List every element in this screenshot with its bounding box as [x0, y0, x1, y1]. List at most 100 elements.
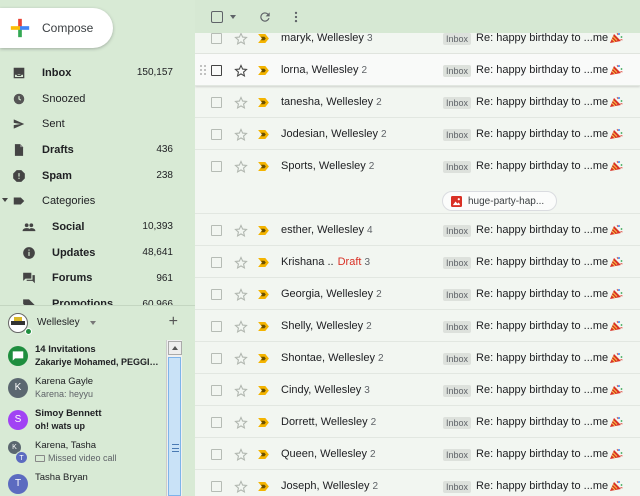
important-marker-icon[interactable]: [258, 161, 269, 171]
sidebar-item-updates[interactable]: Updates 48,641: [0, 240, 195, 266]
star-icon[interactable]: [234, 127, 248, 142]
inbox-label-chip[interactable]: Inbox: [443, 320, 472, 333]
table-row[interactable]: Jodesian, Wellesley 2 Inbox Re: happy birth…: [195, 118, 640, 150]
important-marker-icon[interactable]: [258, 385, 269, 395]
add-chat-icon[interactable]: +: [169, 314, 178, 330]
table-row[interactable]: Krishana .. Draft 3 Inbox Re: happy birthday…: [195, 246, 640, 278]
star-icon[interactable]: [234, 447, 248, 462]
sidebar-item-spam[interactable]: Spam 238: [0, 163, 195, 189]
important-marker-icon[interactable]: [258, 65, 269, 75]
chevron-down-icon[interactable]: [89, 320, 96, 325]
important-marker-icon[interactable]: [258, 417, 269, 427]
star-icon[interactable]: [234, 351, 248, 366]
attachment-chip[interactable]: huge-party-hap...: [442, 191, 558, 211]
table-row[interactable]: maryk, Wellesley 3 Inbox Re: happy birthday…: [195, 33, 640, 54]
star-icon[interactable]: [234, 223, 248, 238]
caret-down-icon[interactable]: [2, 198, 8, 203]
compose-button[interactable]: Compose: [0, 8, 113, 48]
important-marker-icon[interactable]: [258, 321, 269, 331]
table-row[interactable]: Joseph, Wellesley 2 Inbox Re: happy birthda…: [195, 470, 640, 496]
chat-account-header[interactable]: Wellesley +: [0, 305, 195, 339]
table-row[interactable]: Dorrett, Wellesley 2 Inbox Re: happy birthd…: [195, 406, 640, 438]
important-marker-icon[interactable]: [258, 481, 269, 491]
row-checkbox[interactable]: [211, 160, 222, 172]
row-checkbox[interactable]: [211, 64, 222, 76]
table-row[interactable]: Shontae, Wellesley 2 Inbox Re: happy birthd…: [195, 342, 640, 374]
row-checkbox[interactable]: [211, 96, 222, 108]
sidebar-item-sent[interactable]: Sent: [0, 111, 195, 137]
chat-item[interactable]: K T Karena, Tasha Missed video call: [0, 436, 166, 468]
sidebar-item-promotions[interactable]: Promotions 60,966: [0, 291, 195, 305]
star-icon[interactable]: [234, 287, 248, 302]
drag-handle-icon[interactable]: [200, 65, 206, 75]
scrollbar-thumb[interactable]: [168, 357, 181, 496]
inbox-label-chip[interactable]: Inbox: [443, 96, 472, 109]
table-row[interactable]: lorna, Wellesley 2 Inbox Re: happy birthday…: [195, 54, 640, 86]
inbox-label-chip[interactable]: Inbox: [443, 448, 472, 461]
inbox-label-chip[interactable]: Inbox: [443, 224, 472, 237]
star-icon[interactable]: [234, 95, 248, 110]
inbox-label-chip[interactable]: Inbox: [443, 160, 472, 173]
star-icon[interactable]: [234, 255, 248, 270]
row-checkbox[interactable]: [211, 224, 222, 236]
inbox-label-chip[interactable]: Inbox: [443, 352, 472, 365]
inbox-label-chip[interactable]: Inbox: [443, 480, 472, 493]
sidebar-item-categories[interactable]: Categories: [0, 188, 195, 214]
star-icon[interactable]: [234, 319, 248, 334]
sidebar-item-forums[interactable]: Forums 961: [0, 266, 195, 292]
party-emoji-icon: [610, 384, 623, 395]
star-icon[interactable]: [234, 383, 248, 398]
inbox-label-chip[interactable]: Inbox: [443, 256, 472, 269]
important-marker-icon[interactable]: [258, 129, 269, 139]
inbox-label-chip[interactable]: Inbox: [443, 64, 472, 77]
row-checkbox[interactable]: [211, 480, 222, 492]
table-row[interactable]: tanesha, Wellesley 2 Inbox Re: happy birthd…: [195, 86, 640, 118]
table-row[interactable]: Georgia, Wellesley 2 Inbox Re: happy birthd…: [195, 278, 640, 310]
sidebar-item-social[interactable]: Social 10,393: [0, 214, 195, 240]
row-checkbox[interactable]: [211, 416, 222, 428]
row-checkbox[interactable]: [211, 352, 222, 364]
chat-item[interactable]: K Karena Gayle Karena: heyyu: [0, 372, 166, 404]
row-checkbox[interactable]: [211, 256, 222, 268]
table-row[interactable]: Shelly, Wellesley 2 Inbox Re: happy birthda…: [195, 310, 640, 342]
important-marker-icon[interactable]: [258, 353, 269, 363]
important-marker-icon[interactable]: [258, 33, 269, 43]
important-marker-icon[interactable]: [258, 225, 269, 235]
inbox-label-chip[interactable]: Inbox: [443, 33, 472, 45]
star-icon[interactable]: [234, 63, 248, 78]
row-checkbox[interactable]: [211, 384, 222, 396]
more-vert-icon[interactable]: [289, 10, 303, 24]
important-marker-icon[interactable]: [258, 289, 269, 299]
row-checkbox[interactable]: [211, 33, 222, 44]
select-all-checkbox[interactable]: [211, 10, 223, 23]
star-icon[interactable]: [234, 479, 248, 494]
refresh-icon[interactable]: [258, 10, 272, 24]
important-marker-icon[interactable]: [258, 257, 269, 267]
table-row[interactable]: esther, Wellesley 4 Inbox Re: happy birthda…: [195, 214, 640, 246]
row-checkbox[interactable]: [211, 320, 222, 332]
sidebar-item-snoozed[interactable]: Snoozed: [0, 86, 195, 112]
chat-item[interactable]: T Tasha Bryan: [0, 468, 166, 496]
sidebar-item-inbox[interactable]: Inbox 150,157: [0, 60, 195, 86]
table-row[interactable]: Cindy, Wellesley 3 Inbox Re: happy birthday…: [195, 374, 640, 406]
table-row[interactable]: Sports, Wellesley 2 Inbox Re: happy birthda…: [195, 150, 640, 214]
inbox-label-chip[interactable]: Inbox: [443, 416, 472, 429]
select-dropdown-chevron-icon[interactable]: [230, 14, 236, 19]
row-checkbox[interactable]: [211, 128, 222, 140]
row-checkbox[interactable]: [211, 448, 222, 460]
inbox-label-chip[interactable]: Inbox: [443, 384, 472, 397]
important-marker-icon[interactable]: [258, 449, 269, 459]
inbox-label-chip[interactable]: Inbox: [443, 288, 472, 301]
star-icon[interactable]: [234, 415, 248, 430]
scroll-up-arrow-icon[interactable]: [167, 341, 182, 355]
important-marker-icon[interactable]: [258, 97, 269, 107]
inbox-label-chip[interactable]: Inbox: [443, 128, 472, 141]
chat-item[interactable]: 14 Invitations Zakariye Mohamed, PEGGI…: [0, 340, 166, 372]
table-row[interactable]: Queen, Wellesley 2 Inbox Re: happy birthday…: [195, 438, 640, 470]
star-icon[interactable]: [234, 159, 248, 174]
sidebar-item-drafts[interactable]: Drafts 436: [0, 137, 195, 163]
row-checkbox[interactable]: [211, 288, 222, 300]
star-icon[interactable]: [234, 33, 248, 46]
chat-item[interactable]: S Simoy Bennett oh! wats up: [0, 404, 166, 436]
chat-scrollbar[interactable]: [166, 340, 182, 496]
